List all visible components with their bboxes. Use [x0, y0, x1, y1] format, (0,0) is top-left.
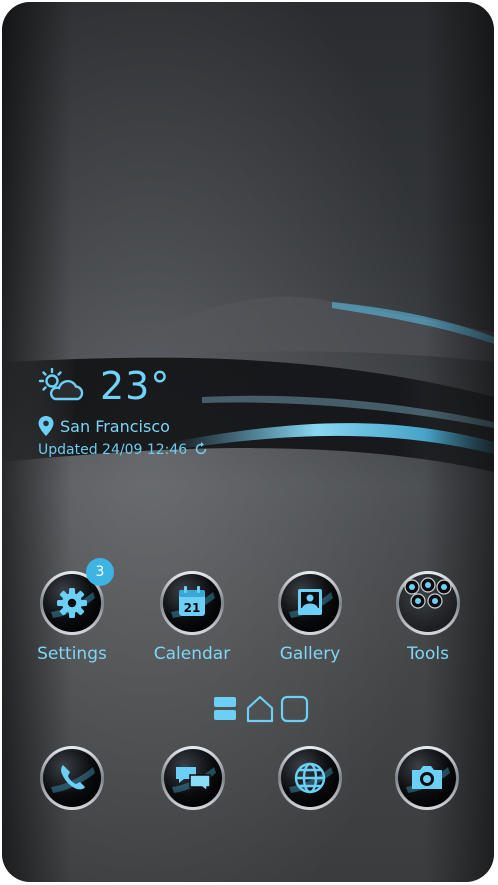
app-tools-folder[interactable]: Tools [378, 570, 478, 664]
app-label-tools: Tools [407, 644, 449, 664]
blank-page-icon[interactable] [280, 695, 309, 723]
app-label-calendar: Calendar [153, 644, 231, 664]
gallery-icon [278, 571, 342, 635]
updated-row: Updated 24/09 12:46 [38, 442, 208, 458]
tools-folder-icon [396, 571, 460, 635]
home-screen: 23° San Francisco Updated 24/09 12:46 Se… [2, 2, 494, 882]
page-indicator[interactable] [212, 694, 312, 724]
partly-cloudy-icon [38, 368, 84, 401]
browser-globe-icon[interactable] [277, 745, 343, 811]
location-pin-icon [38, 416, 54, 436]
location-label: San Francisco [60, 416, 170, 436]
refresh-icon[interactable] [194, 442, 208, 456]
weather-widget[interactable]: 23° San Francisco Updated 24/09 12:46 [38, 364, 208, 458]
app-calendar[interactable]: 21 Calendar [142, 570, 242, 664]
app-label-settings: Settings [37, 644, 107, 664]
messages-icon[interactable] [160, 745, 226, 811]
app-label-gallery: Gallery [279, 644, 341, 664]
notification-badge: 3 [86, 558, 114, 586]
calendar-day: 21 [184, 601, 201, 615]
camera-icon[interactable] [394, 745, 460, 811]
app-gallery[interactable]: Gallery [260, 570, 360, 664]
phone-icon[interactable] [39, 745, 105, 811]
menu-page-icon[interactable] [214, 697, 236, 720]
updated-label: Updated 24/09 12:46 [38, 442, 188, 458]
home-page-icon[interactable] [246, 695, 274, 723]
temperature-value: 23° [100, 364, 171, 408]
calendar-icon: 21 [160, 571, 224, 635]
